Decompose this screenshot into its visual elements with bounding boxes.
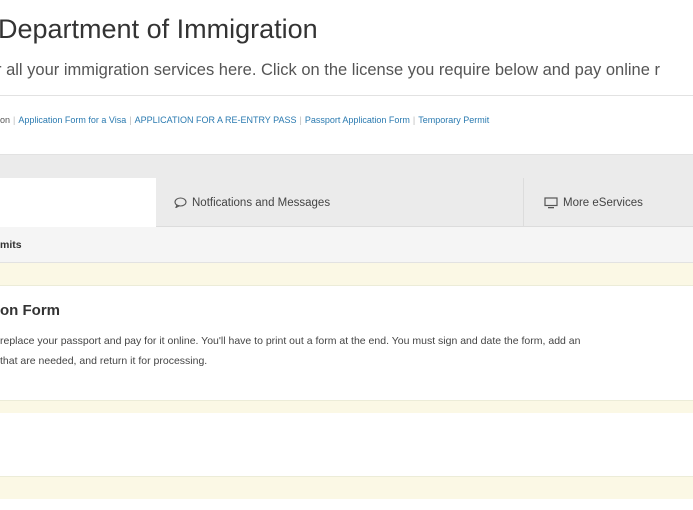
service-card-empty bbox=[0, 413, 693, 476]
tab-notifications[interactable]: Notfications and Messages bbox=[156, 178, 524, 227]
chat-bubble-icon bbox=[174, 197, 187, 208]
card-spacer bbox=[0, 400, 693, 414]
quick-links-bar: on | Application Form for a Visa | APPLICATI… bbox=[0, 95, 693, 155]
card-spacer bbox=[0, 476, 693, 499]
tab-more-eservices[interactable]: More eServices bbox=[524, 178, 693, 227]
tab-bar: Notfications and Messages More eServices bbox=[0, 178, 693, 227]
card-spacer bbox=[0, 263, 693, 286]
tab-active[interactable] bbox=[0, 178, 156, 227]
tab-more-eservices-label: More eServices bbox=[563, 196, 643, 209]
link-separator: | bbox=[299, 115, 302, 125]
monitor-icon bbox=[544, 196, 558, 209]
divider-strip bbox=[0, 155, 693, 178]
description-line-1: replace your passport and pay for it onl… bbox=[0, 335, 581, 347]
section-header: mits bbox=[0, 227, 693, 263]
service-card-title[interactable]: on Form bbox=[0, 302, 60, 319]
link-separator: | bbox=[13, 115, 16, 125]
description-line-2: that are needed, and return it for proce… bbox=[0, 355, 208, 367]
link-separator: | bbox=[129, 115, 132, 125]
service-card-description: replace your passport and pay for it onl… bbox=[0, 331, 693, 371]
section-header-label: mits bbox=[0, 239, 22, 251]
quick-link-temporary-permit[interactable]: Temporary Permit bbox=[418, 115, 489, 125]
link-separator: | bbox=[412, 115, 416, 125]
page-title: Department of Immigration bbox=[0, 14, 318, 44]
quick-links: on | Application Form for a Visa | APPLICATI… bbox=[0, 115, 489, 125]
page-subtitle: r all your immigration services here. Cl… bbox=[0, 61, 660, 79]
quick-link-visa-form[interactable]: Application Form for a Visa bbox=[18, 115, 126, 125]
quick-link-truncated[interactable]: on bbox=[0, 115, 10, 125]
quick-link-reentry-pass[interactable]: APPLICATION FOR A RE-ENTRY PASS bbox=[135, 115, 297, 125]
tab-notifications-label: Notfications and Messages bbox=[192, 196, 331, 209]
quick-link-passport-form[interactable]: Passport Application Form bbox=[305, 115, 410, 125]
